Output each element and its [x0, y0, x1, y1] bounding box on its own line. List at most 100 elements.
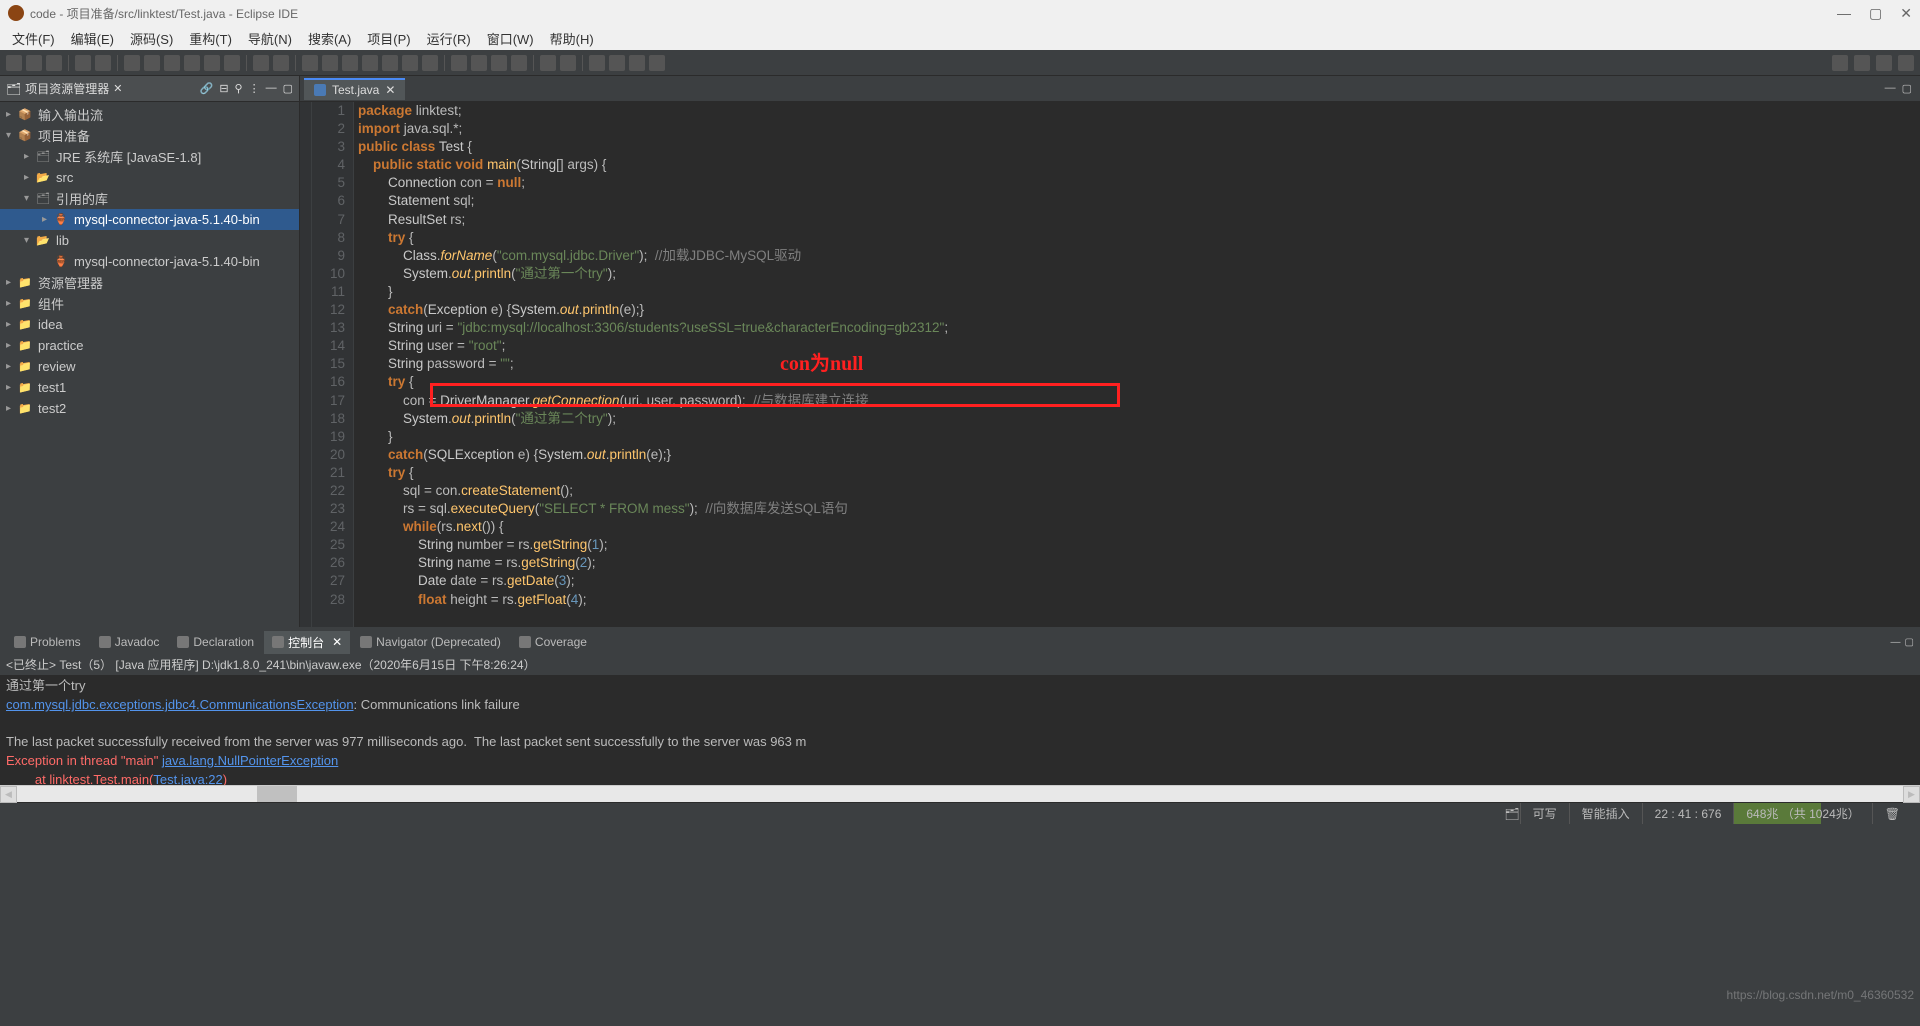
- gc-icon[interactable]: 🗑: [1872, 803, 1912, 824]
- toolbar-button[interactable]: [629, 55, 645, 71]
- window-title-bar: code - 项目准备/src/linktest/Test.java - Ecl…: [0, 0, 1920, 26]
- close-icon[interactable]: ✕: [332, 635, 342, 649]
- tree-item[interactable]: ▾🗂引用的库: [0, 188, 299, 209]
- maximize-icon[interactable]: ▢: [1905, 637, 1914, 648]
- project-tree[interactable]: ▸📦输入输出流▾📦项目准备▸🗂JRE 系统库 [JavaSE-1.8]▸📂src…: [0, 102, 299, 627]
- toolbar-button[interactable]: [540, 55, 556, 71]
- toolbar-button[interactable]: [273, 55, 289, 71]
- project-explorer-tab[interactable]: 🗂 项目资源管理器 ✕ 🔗 ⊟ ⚲ ⋮ — ▢: [0, 76, 299, 102]
- toolbar-button[interactable]: [362, 55, 378, 71]
- java-file-icon: [314, 84, 326, 96]
- close-button[interactable]: ✕: [1900, 5, 1912, 22]
- toolbar-button[interactable]: [560, 55, 576, 71]
- toolbar-button[interactable]: [224, 55, 240, 71]
- scroll-thumb[interactable]: [257, 786, 297, 802]
- toolbar-button[interactable]: [124, 55, 140, 71]
- close-icon[interactable]: ✕: [113, 82, 122, 95]
- tree-item[interactable]: ▸📁idea: [0, 314, 299, 335]
- perspective-button[interactable]: [1898, 55, 1914, 71]
- toolbar-button[interactable]: [649, 55, 665, 71]
- tree-item[interactable]: ▾📂lib: [0, 230, 299, 251]
- toolbar-button[interactable]: [589, 55, 605, 71]
- editor-tab-test-java[interactable]: Test.java ✕: [304, 78, 405, 100]
- collapse-icon[interactable]: ⊟: [219, 82, 228, 95]
- toolbar-button[interactable]: [302, 55, 318, 71]
- toolbar-button[interactable]: [471, 55, 487, 71]
- toolbar-button[interactable]: [26, 55, 42, 71]
- menu-refactor[interactable]: 重构(T): [181, 27, 240, 50]
- tree-item[interactable]: ▾📦项目准备: [0, 125, 299, 146]
- toolbar-button[interactable]: [422, 55, 438, 71]
- scroll-right-icon[interactable]: ▶: [1903, 786, 1920, 803]
- tab-console[interactable]: 控制台✕: [264, 631, 350, 654]
- exception-link[interactable]: java.lang.NullPointerException: [162, 753, 338, 768]
- menu-help[interactable]: 帮助(H): [542, 27, 602, 50]
- maximize-icon[interactable]: ▢: [1902, 82, 1912, 95]
- close-icon[interactable]: ✕: [385, 83, 395, 97]
- link-icon[interactable]: 🔗: [200, 82, 214, 95]
- stacktrace-link[interactable]: Test.java:22: [153, 772, 222, 785]
- toolbar-button[interactable]: [511, 55, 527, 71]
- toolbar-button[interactable]: [164, 55, 180, 71]
- minimize-icon[interactable]: —: [1885, 82, 1896, 95]
- menu-run[interactable]: 运行(R): [419, 27, 479, 50]
- menu-icon[interactable]: ⋮: [249, 82, 260, 95]
- toolbar-button[interactable]: [95, 55, 111, 71]
- toolbar-button[interactable]: [184, 55, 200, 71]
- menu-navigate[interactable]: 导航(N): [240, 27, 300, 50]
- toolbar-button[interactable]: [6, 55, 22, 71]
- toolbar-button[interactable]: [46, 55, 62, 71]
- tree-item[interactable]: ▸📁组件: [0, 293, 299, 314]
- perspective-button[interactable]: [1876, 55, 1892, 71]
- minimize-icon[interactable]: —: [1891, 637, 1901, 648]
- toolbar-button[interactable]: [253, 55, 269, 71]
- tree-item[interactable]: ▸🏺mysql-connector-java-5.1.40-bin: [0, 209, 299, 230]
- tree-item[interactable]: ▸📁test1: [0, 377, 299, 398]
- menu-window[interactable]: 窗口(W): [479, 27, 542, 50]
- menu-bar: 文件(F) 编辑(E) 源码(S) 重构(T) 导航(N) 搜索(A) 项目(P…: [0, 26, 1920, 50]
- tree-item[interactable]: ▸📦输入输出流: [0, 104, 299, 125]
- search-icon[interactable]: [1832, 55, 1848, 71]
- menu-edit[interactable]: 编辑(E): [63, 27, 122, 50]
- toolbar-button[interactable]: [75, 55, 91, 71]
- minimize-icon[interactable]: —: [266, 82, 277, 95]
- minimize-button[interactable]: —: [1837, 5, 1851, 22]
- maximize-icon[interactable]: ▢: [283, 82, 293, 95]
- tree-item[interactable]: ▸🗂JRE 系统库 [JavaSE-1.8]: [0, 146, 299, 167]
- menu-project[interactable]: 项目(P): [359, 27, 418, 50]
- maximize-button[interactable]: ▢: [1869, 5, 1882, 22]
- tab-coverage[interactable]: Coverage: [511, 632, 595, 652]
- tab-problems[interactable]: Problems: [6, 632, 89, 652]
- console-output[interactable]: 通过第一个try com.mysql.jdbc.exceptions.jdbc4…: [0, 675, 1920, 785]
- tab-navigator[interactable]: Navigator (Deprecated): [352, 632, 509, 652]
- exception-link[interactable]: com.mysql.jdbc.exceptions.jdbc4.Communic…: [6, 697, 354, 712]
- tab-declaration[interactable]: Declaration: [169, 632, 262, 652]
- toolbar-button[interactable]: [609, 55, 625, 71]
- tree-item[interactable]: ▸📁test2: [0, 398, 299, 419]
- status-memory: 648兆 （共 1024兆）: [1733, 803, 1871, 824]
- toolbar-button[interactable]: [491, 55, 507, 71]
- toolbar-button[interactable]: [342, 55, 358, 71]
- code-editor[interactable]: 1234567891011121314151617181920212223242…: [300, 102, 1920, 627]
- eclipse-icon: [8, 5, 24, 21]
- tree-item[interactable]: ▸📁review: [0, 356, 299, 377]
- perspective-button[interactable]: [1854, 55, 1870, 71]
- toolbar-button[interactable]: [204, 55, 220, 71]
- horizontal-scrollbar[interactable]: ◀ ▶: [0, 785, 1920, 802]
- toolbar-button[interactable]: [144, 55, 160, 71]
- tree-item[interactable]: ▸📂src: [0, 167, 299, 188]
- tree-item[interactable]: 🏺mysql-connector-java-5.1.40-bin: [0, 251, 299, 272]
- filter-icon[interactable]: ⚲: [235, 82, 243, 95]
- menu-source[interactable]: 源码(S): [122, 27, 181, 50]
- scroll-left-icon[interactable]: ◀: [0, 786, 17, 803]
- menu-search[interactable]: 搜索(A): [300, 27, 359, 50]
- tree-item[interactable]: ▸📁practice: [0, 335, 299, 356]
- toolbar-button[interactable]: [322, 55, 338, 71]
- menu-file[interactable]: 文件(F): [4, 27, 63, 50]
- toolbar-button[interactable]: [451, 55, 467, 71]
- breadcrumb-icon[interactable]: 🗂: [1504, 807, 1519, 821]
- toolbar-button[interactable]: [402, 55, 418, 71]
- toolbar-button[interactable]: [382, 55, 398, 71]
- tab-javadoc[interactable]: Javadoc: [91, 632, 168, 652]
- tree-item[interactable]: ▸📁资源管理器: [0, 272, 299, 293]
